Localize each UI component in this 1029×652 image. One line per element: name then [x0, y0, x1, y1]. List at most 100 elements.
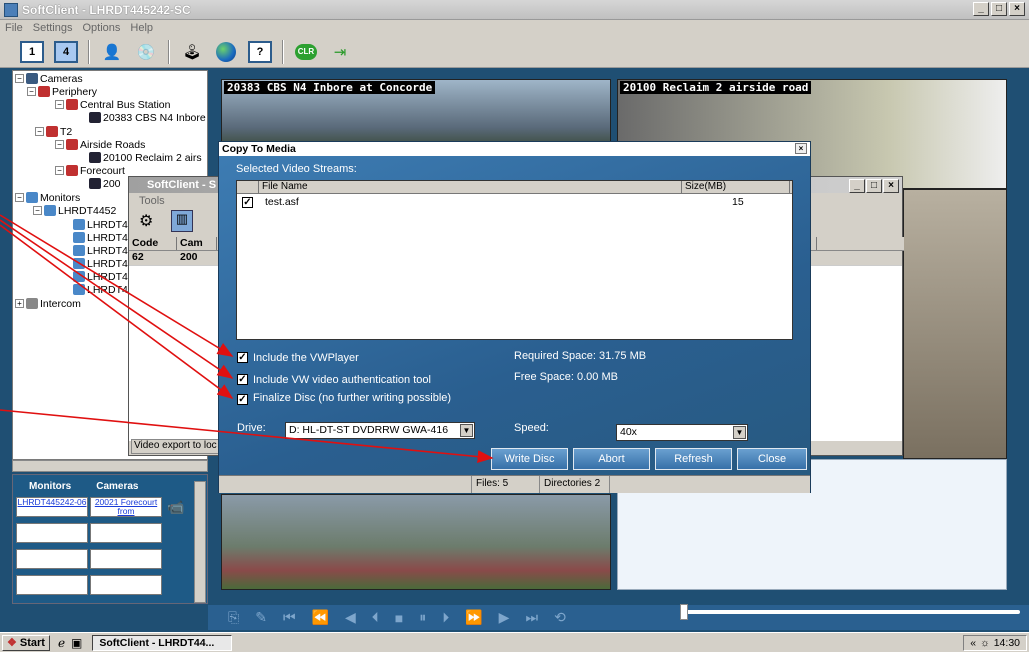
layout-4-button[interactable]: 4 [54, 40, 78, 63]
dialog-close-button[interactable]: Close [737, 448, 807, 470]
include-player-checkbox[interactable]: ✓ [237, 352, 248, 363]
tree-node-airside[interactable]: − Airside Roads [55, 138, 145, 151]
chart-icon[interactable]: ▥ [171, 210, 193, 232]
tree-node-monitor[interactable]: LHRDT4 [73, 218, 128, 231]
file-name-column-header[interactable]: File Name [259, 181, 682, 193]
empty-slot[interactable] [16, 575, 88, 595]
empty-slot[interactable] [16, 549, 88, 569]
tree-node-monitor[interactable]: LHRDT4 [73, 270, 128, 283]
rewind-icon[interactable]: ◀ [345, 609, 356, 626]
panel-vertical-scrollbar[interactable] [194, 481, 206, 603]
finalize-disc-option[interactable]: ✓ Finalize Disc (no further writing poss… [237, 392, 467, 405]
export-maximize-button[interactable]: □ [866, 179, 882, 193]
gears-icon[interactable]: ⚙ [139, 211, 153, 231]
tray-expand[interactable]: « [970, 637, 976, 649]
size-column-header[interactable]: Size(MB) [682, 181, 790, 193]
fast-forward-icon[interactable]: ⏩ [465, 609, 482, 626]
tree-horizontal-scrollbar[interactable] [12, 460, 208, 472]
video-panel-2-lower[interactable] [903, 189, 1007, 459]
tree-node-monitor[interactable]: LHRDT4 [73, 231, 128, 244]
skip-end-icon[interactable]: ⏭ [525, 609, 538, 626]
speed-select[interactable]: 40x ▼ [616, 424, 748, 441]
joystick-icon[interactable]: 🕹 [180, 41, 204, 63]
taskbar-item-softclient[interactable]: SoftClient - LHRDT44... [92, 634, 233, 651]
step-forward-icon[interactable]: ⏵ [442, 609, 449, 626]
export-minimize-button[interactable]: _ [849, 179, 865, 193]
exit-icon[interactable]: ⇥ [328, 41, 352, 63]
menu-file[interactable]: File [5, 22, 23, 34]
monitor-icon [73, 271, 85, 282]
refresh-button[interactable]: Refresh [655, 448, 732, 470]
drive-select[interactable]: D: HL-DT-ST DVDRRW GWA-416 ▼ [285, 422, 475, 439]
camera-icon: 📹 [167, 499, 185, 515]
chevron-down-icon[interactable]: ▼ [460, 424, 473, 437]
app-icon [4, 2, 18, 17]
include-player-option[interactable]: ✓ Include the VWPlayer [237, 352, 359, 364]
start-button[interactable]: ❖ Start [2, 634, 50, 651]
export-close-button[interactable]: × [883, 179, 899, 193]
tree-node-cameras[interactable]: − Cameras [15, 72, 83, 85]
skip-start-icon[interactable]: ⏮ [283, 609, 296, 626]
stream-checkbox[interactable]: ✓ [242, 197, 253, 208]
tree-node-lhrdt[interactable]: − LHRDT4452 [33, 204, 116, 217]
abort-button[interactable]: Abort [573, 448, 650, 470]
menu-help[interactable]: Help [130, 22, 153, 34]
menu-options[interactable]: Options [82, 22, 120, 34]
tree-node-periphery[interactable]: − Periphery [27, 85, 97, 98]
tree-node-camera-20383[interactable]: 20383 CBS N4 Inbore [89, 111, 206, 124]
minimize-button[interactable]: _ [973, 2, 989, 16]
list-item[interactable]: ✓ test.asf 15 [237, 194, 792, 210]
empty-slot[interactable] [16, 523, 88, 543]
close-button[interactable]: × [1009, 2, 1025, 16]
empty-slot[interactable] [90, 549, 162, 569]
tree-node-central-bus[interactable]: − Central Bus Station [55, 98, 170, 111]
play-icon[interactable]: ▶ [499, 609, 510, 626]
desktop-icon[interactable]: ▣ [71, 636, 82, 650]
video-panel-3[interactable] [221, 494, 611, 590]
camera-column-header[interactable]: Cam [177, 237, 217, 250]
tree-node-monitor[interactable]: LHRDT4 [73, 283, 128, 296]
step-back-icon[interactable]: ⏴ [372, 609, 379, 626]
help-icon[interactable]: ? [248, 40, 272, 63]
camera-icon [89, 112, 101, 123]
ie-icon[interactable]: ℯ [58, 636, 65, 650]
include-auth-tool-checkbox[interactable]: ✓ [237, 374, 248, 385]
monitor-link[interactable]: LHRDT445242-06 [16, 497, 88, 517]
edit-icon[interactable]: ✎ [255, 609, 267, 626]
fast-rewind-icon[interactable]: ⏪ [312, 609, 329, 626]
empty-slot[interactable] [90, 523, 162, 543]
menu-settings[interactable]: Settings [33, 22, 73, 34]
write-disc-button[interactable]: Write Disc [491, 448, 568, 470]
camera-link[interactable]: 20021 Forecourt from [90, 497, 162, 517]
clear-button[interactable]: CLR [294, 41, 318, 63]
finalize-disc-checkbox[interactable]: ✓ [237, 394, 248, 405]
timeline-slider-handle[interactable] [680, 604, 688, 620]
tree-node-t2[interactable]: − T2 [35, 125, 72, 138]
code-column-header[interactable]: Code [129, 237, 177, 250]
disc-icon[interactable]: 💿 [134, 41, 158, 63]
tree-node-monitors[interactable]: − Monitors [15, 191, 80, 204]
tree-node-monitor[interactable]: LHRDT4 [73, 244, 128, 257]
tree-node-camera-20100[interactable]: 20100 Reclaim 2 airs [89, 151, 202, 164]
tree-node-intercom[interactable]: + Intercom [15, 297, 81, 310]
timeline-slider[interactable] [680, 610, 1020, 614]
empty-slot[interactable] [90, 575, 162, 595]
dialog-close-icon[interactable]: × [795, 143, 807, 154]
cameras-icon [26, 73, 38, 84]
network-icon[interactable]: ☼ [980, 637, 990, 649]
globe-icon[interactable] [214, 41, 238, 63]
video-panel-1[interactable]: 20383 CBS N4 Inbore at Concorde [221, 79, 611, 149]
tools-menu[interactable]: Tools [139, 195, 165, 207]
layout-1-button[interactable]: 1 [20, 40, 44, 63]
tree-node-camera-200[interactable]: 200 [89, 177, 121, 190]
loop-icon[interactable]: ⟲ [554, 609, 566, 626]
user-icon[interactable]: 👤 [100, 41, 124, 63]
pause-icon[interactable]: ⏸ [419, 609, 426, 626]
tree-node-monitor[interactable]: LHRDT4 [73, 257, 128, 270]
chevron-down-icon[interactable]: ▼ [733, 426, 746, 439]
export-icon[interactable]: ⎘ [228, 609, 239, 626]
maximize-button[interactable]: □ [991, 2, 1007, 16]
include-auth-tool-option[interactable]: ✓ Include VW video authentication tool [237, 374, 431, 386]
stop-icon[interactable]: ■ [395, 610, 403, 626]
tree-node-forecourt[interactable]: − Forecourt [55, 164, 125, 177]
